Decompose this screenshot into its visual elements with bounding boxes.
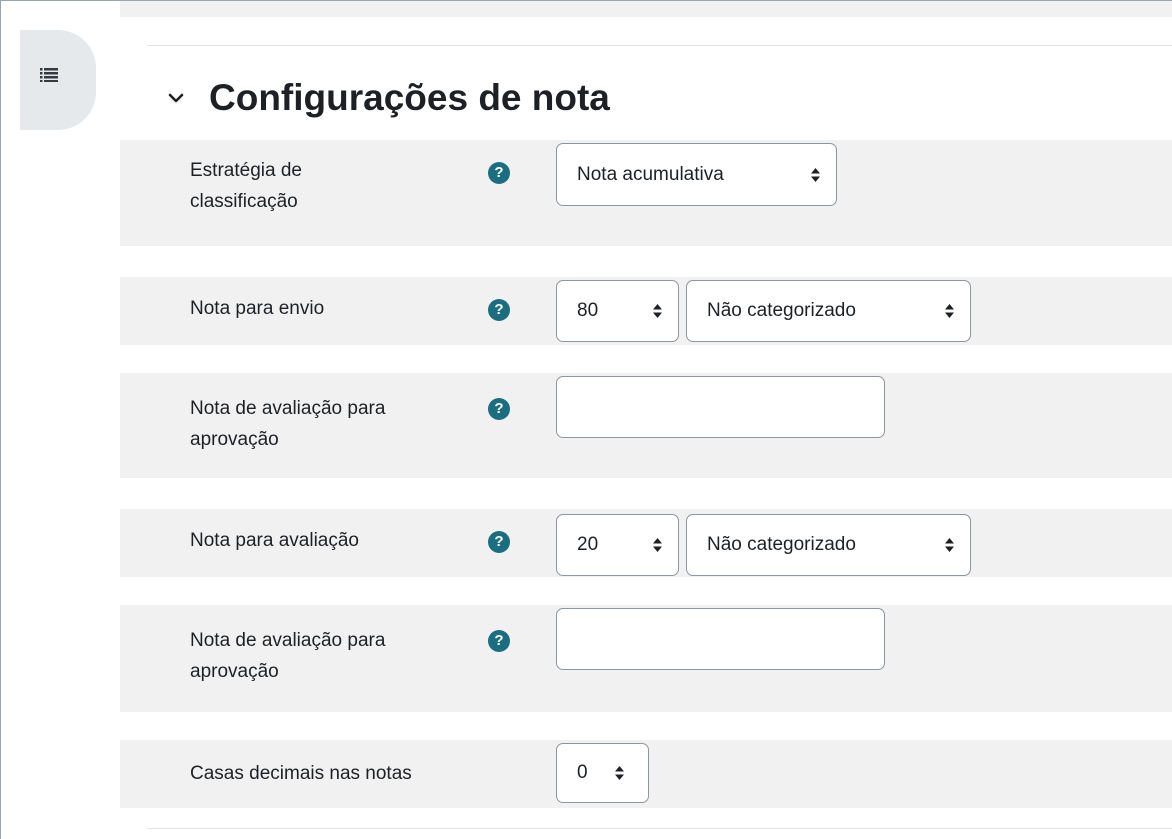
sort-arrows-icon xyxy=(811,167,820,182)
submission-grade-label: Nota para envio xyxy=(190,298,325,319)
grading-strategy-select[interactable]: Nota acumulativa xyxy=(556,143,837,206)
sort-arrows-icon xyxy=(615,766,624,780)
sort-arrows-icon xyxy=(653,538,662,552)
help-icon[interactable]: ? xyxy=(488,162,510,184)
sort-arrows-icon xyxy=(945,538,954,552)
assessment-pass-grade-label: Nota de avaliação para aprovação xyxy=(190,630,386,682)
grading-strategy-row: Estratégia de classificação ? Nota acumu… xyxy=(120,140,1172,246)
decimal-places-select[interactable]: 0 xyxy=(556,743,649,803)
help-icon[interactable]: ? xyxy=(488,531,510,553)
submission-grade-category-select[interactable]: Não categorizado xyxy=(686,280,971,342)
help-icon[interactable]: ? xyxy=(488,299,510,321)
course-index-drawer-button[interactable] xyxy=(20,30,96,130)
help-icon[interactable]: ? xyxy=(488,630,510,652)
section-divider xyxy=(147,45,1172,46)
previous-section-strip xyxy=(120,1,1172,17)
submission-grade-select[interactable]: 80 xyxy=(556,280,679,342)
assessment-pass-grade-input[interactable] xyxy=(556,608,885,670)
assessment-grade-select[interactable]: 20 xyxy=(556,514,679,576)
assessment-grade-category-select[interactable]: Não categorizado xyxy=(686,514,971,576)
list-icon xyxy=(40,68,58,82)
submission-pass-grade-input[interactable] xyxy=(556,376,885,438)
decimal-places-row: Casas decimais nas notas 0 xyxy=(120,740,1172,808)
assessment-grade-row: Nota para avaliação ? 20 Não categorizad… xyxy=(120,509,1172,577)
submission-pass-grade-label: Nota de avaliação para aprovação xyxy=(190,398,386,450)
assessment-grade-label: Nota para avaliação xyxy=(190,530,359,551)
window-border-left xyxy=(0,0,1,839)
section-header[interactable]: Configurações de nota xyxy=(165,70,610,126)
assessment-pass-grade-row: Nota de avaliação para aprovação ? xyxy=(120,605,1172,712)
submission-pass-grade-row: Nota de avaliação para aprovação ? xyxy=(120,373,1172,478)
grading-strategy-label: Estratégia de classificação xyxy=(190,160,302,212)
help-icon[interactable]: ? xyxy=(488,398,510,420)
section-divider xyxy=(147,828,1172,829)
sort-arrows-icon xyxy=(945,304,954,318)
chevron-down-icon xyxy=(168,93,184,103)
section-title: Configurações de nota xyxy=(209,77,610,118)
decimal-places-label: Casas decimais nas notas xyxy=(190,763,412,784)
sort-arrows-icon xyxy=(653,304,662,318)
submission-grade-row: Nota para envio ? 80 Não categorizado xyxy=(120,277,1172,345)
